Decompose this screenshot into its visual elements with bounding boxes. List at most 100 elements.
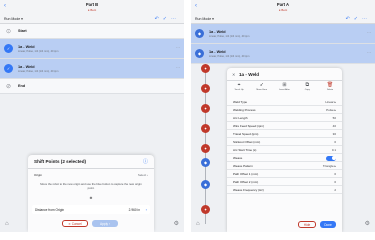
list-item[interactable]: ✓ 1a - Weld Linear, Pulse, 1/4 (1/4 mm),…	[0, 39, 184, 59]
list-item[interactable]: ◆ 1a - Weld Linear, Pulse, 1/4 (1/4 mm),…	[191, 24, 375, 44]
more-icon[interactable]: ⋯	[367, 50, 371, 55]
program-list: ⊙ Start ✓ 1a - Weld Linear, Pulse, 1/4 (…	[0, 24, 184, 94]
action-bar: ⌖ Touch Up ➶ Move Here ⊞ Insert After ⧉ Copy…	[230, 82, 339, 96]
robot-icon[interactable]: ⚙	[365, 220, 370, 227]
setting-row[interactable]: Path Offset 1 (mm) 0	[227, 170, 342, 178]
apply-button[interactable]: Apply ›	[92, 220, 118, 227]
close-icon[interactable]: ✕	[232, 72, 235, 77]
list-item-subtitle: Linear, Pulse, 1/4 (1/4 mm), 40 ipm	[209, 34, 250, 38]
waypoint-icon[interactable]: ◆	[201, 158, 210, 167]
setting-row[interactable]: Arc Length 50	[227, 114, 342, 122]
program-list: ◆ 1a - Weld Linear, Pulse, 1/4 (1/4 mm),…	[191, 24, 375, 64]
toolbar-icons: ↶✓⋯	[346, 16, 371, 22]
trash-icon: 🗑	[326, 82, 334, 88]
list-item-title: 1a - Weld	[209, 29, 226, 34]
list-item-title: 1a - Weld	[18, 64, 35, 69]
panel-title: 1a - Weld	[239, 71, 260, 77]
page-title: Part A	[276, 2, 290, 7]
setting-row[interactable]: Weld Type Linear ▸	[227, 98, 342, 106]
done-button[interactable]: Done	[320, 221, 336, 228]
insert-after-button[interactable]: ⊞ Insert After	[276, 82, 294, 96]
distance-value: 2.960 in	[128, 208, 140, 212]
origin-select[interactable]: Select ›	[138, 173, 148, 177]
info-icon[interactable]: ⓘ	[143, 158, 148, 165]
list-item-subtitle: Linear, Pulse, 1/4 (1/4 mm), 40 ipm	[18, 69, 59, 73]
insert-after-icon: ⊞	[282, 82, 287, 88]
delete-button[interactable]: 🗑 Delete	[321, 82, 339, 96]
cancel-button[interactable]: ✕ Cancel	[62, 220, 88, 227]
more-icon[interactable]: ⋯	[176, 65, 180, 70]
waypoint-icon[interactable]: ◆	[195, 29, 204, 38]
end-icon: ⊘	[5, 83, 12, 90]
check-icon[interactable]: ✓	[4, 44, 13, 53]
list-item[interactable]: ✓ 1a - Weld Linear, Pulse, 1/4 (1/4 mm),…	[0, 59, 184, 79]
origin-figure-icon: ⊕	[89, 196, 93, 200]
page-subtitle: ● Bent	[278, 8, 288, 12]
weld-icon[interactable]: ✦	[201, 144, 210, 153]
move-here-button[interactable]: ➶ Move Here	[253, 82, 271, 96]
redo-icon[interactable]: ⋯	[171, 16, 180, 22]
list-item-subtitle: Linear, Pulse, 1/4 (1/4 mm), 40 ipm	[209, 54, 250, 58]
origin-label: Origin	[34, 173, 43, 177]
toolbar: Run Mode ▾ ↶✓⋯	[191, 15, 375, 24]
check-icon[interactable]: ✓	[354, 16, 362, 22]
list-item-title: 1a - Weld	[209, 49, 226, 54]
list-item[interactable]: ⊘ End	[0, 79, 184, 94]
more-icon[interactable]: ⋯	[367, 30, 371, 35]
hide-button[interactable]: Hide	[298, 221, 316, 228]
move-here-icon: ➶	[259, 82, 264, 88]
weld-icon[interactable]: ✦	[201, 124, 210, 133]
setting-row[interactable]: Arc Start Time (s) 0.1	[227, 146, 342, 154]
divider	[227, 80, 342, 81]
shift-points-sheet: Shift Points (2 selected) ⓘ Origin Selec…	[28, 155, 154, 232]
screen-part-b: ‹ Part B ● Bent Run Mode ▾ ↶✓⋯ ⊙ Start ✓…	[0, 0, 184, 232]
weld-icon[interactable]: ✦	[201, 205, 210, 214]
setting-row[interactable]: Travel Speed (ipm) 30	[227, 130, 342, 138]
list-item-title: 1a - Weld	[18, 44, 35, 49]
weld-icon[interactable]: ✦	[201, 84, 210, 93]
distance-field[interactable]: Distance from Origin 2.960 in ›	[32, 205, 150, 214]
list-item[interactable]: ⊙ Start	[0, 24, 184, 39]
undo-icon[interactable]: ↶	[346, 16, 354, 22]
divider	[28, 168, 154, 169]
waypoint-icon[interactable]: ◆	[195, 49, 204, 58]
weld-icon[interactable]: ✦	[201, 64, 210, 73]
copy-button[interactable]: ⧉ Copy	[298, 82, 316, 96]
undo-icon[interactable]: ↶	[155, 16, 163, 22]
list-item-subtitle: Linear, Pulse, 1/4 (1/4 mm), 40 ipm	[18, 49, 59, 53]
instructions-text: Move the robot to the new origin and use…	[40, 182, 142, 190]
chevron-right-icon[interactable]: ›	[146, 207, 147, 212]
toolbar-icons: ↶✓⋯	[155, 16, 180, 22]
nav-bar: ‹ Part B ● Bent	[0, 0, 184, 15]
touch-up-icon: ⌖	[237, 82, 241, 88]
robot-icon[interactable]: ⚙	[174, 220, 179, 227]
run-mode-dropdown[interactable]: Run Mode ▾	[195, 17, 214, 21]
list-item-title: End	[18, 84, 26, 88]
setting-row[interactable]: Welding Process Pulse ▸	[227, 106, 342, 114]
setting-row[interactable]: Stickout Offset (mm) 0	[227, 138, 342, 146]
more-icon[interactable]: ⋯	[176, 45, 180, 50]
setting-row[interactable]: Wire Feed Speed (ipm) 40	[227, 122, 342, 130]
list-item[interactable]: ◆ 1a - Weld Linear, Pulse, 1/4 (1/4 mm),…	[191, 44, 375, 64]
weld-icon[interactable]: ✦	[201, 104, 210, 113]
weave-toggle[interactable]	[326, 155, 336, 161]
settings-list: Weld Type Linear ▸ Welding Process Pulse ▸…	[227, 98, 342, 194]
setting-row[interactable]: Weave Pattern Triangle ▸	[227, 162, 342, 170]
check-icon[interactable]: ✓	[163, 16, 171, 22]
home-icon[interactable]: ⌂	[196, 221, 200, 227]
copy-icon: ⧉	[305, 82, 310, 88]
waypoint-icon[interactable]: ◆	[201, 180, 210, 189]
start-icon: ⊙	[5, 28, 12, 35]
redo-icon[interactable]: ⋯	[362, 16, 371, 22]
list-item-title: Start	[18, 29, 27, 33]
toolbar: Run Mode ▾ ↶✓⋯	[0, 15, 184, 24]
run-mode-dropdown[interactable]: Run Mode ▾	[4, 17, 23, 21]
weld-settings-panel: ✕ 1a - Weld ⌖ Touch Up ➶ Move Here ⊞ Insert…	[227, 68, 342, 232]
screen-part-a: ‹ Part A ● Bent Run Mode ▾ ↶✓⋯ ◆ 1a - We…	[191, 0, 375, 232]
setting-row[interactable]: Path Offset 2 (mm) 0	[227, 178, 342, 186]
home-icon[interactable]: ⌂	[5, 221, 9, 227]
setting-row[interactable]: Weave Frequency (Hz) 2	[227, 186, 342, 194]
check-icon[interactable]: ✓	[4, 64, 13, 73]
setting-row[interactable]: Weave	[227, 154, 342, 162]
touch-up-button[interactable]: ⌖ Touch Up	[230, 82, 248, 96]
